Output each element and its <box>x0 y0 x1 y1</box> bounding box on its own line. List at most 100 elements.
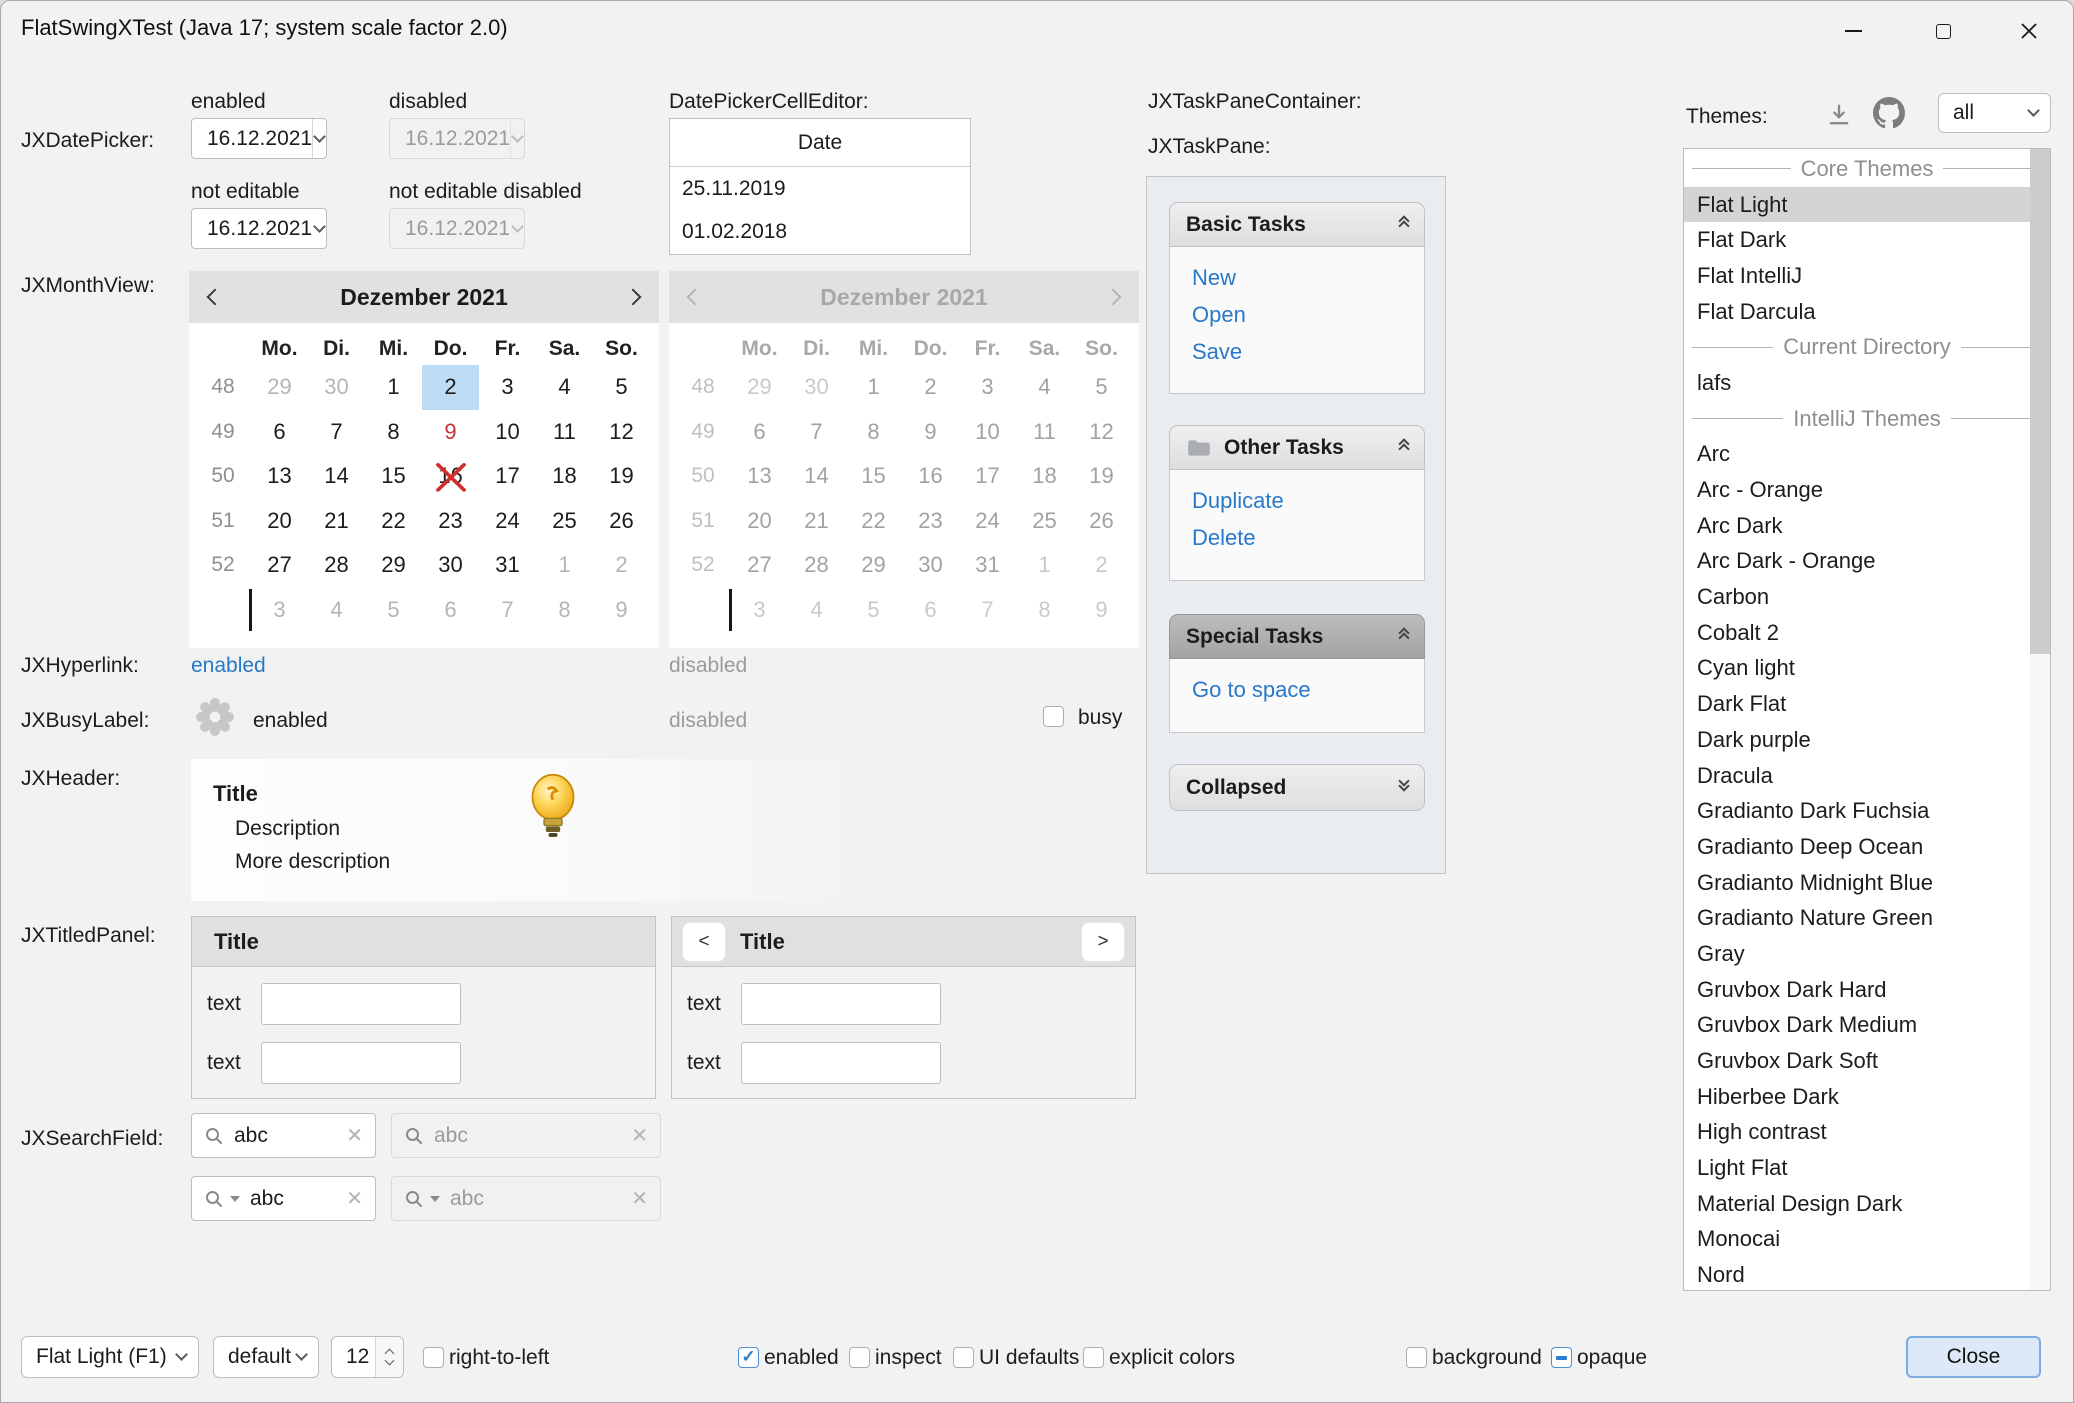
calendar-day[interactable]: 30 <box>308 365 365 410</box>
calendar-day[interactable]: 25 <box>536 499 593 544</box>
calendar-day[interactable]: 15 <box>365 454 422 499</box>
theme-item[interactable]: Gradianto Dark Fuchsia <box>1684 793 2050 829</box>
hyperlink-enabled[interactable]: enabled <box>191 653 266 679</box>
taskpane-header[interactable]: Special Tasks <box>1169 614 1425 659</box>
calendar-day[interactable]: 7 <box>479 588 536 633</box>
theme-item[interactable]: Material Design Dark <box>1684 1186 2050 1222</box>
theme-item[interactable]: Dark purple <box>1684 722 2050 758</box>
theme-item[interactable]: lafs <box>1684 365 2050 401</box>
calendar-day[interactable]: 30 <box>422 543 479 588</box>
scale-combobox[interactable]: default <box>213 1336 319 1378</box>
calendar-day[interactable]: 22 <box>365 499 422 544</box>
datepicker-enabled[interactable]: 16.12.2021 <box>191 118 327 159</box>
calendar-day[interactable]: 1 <box>365 365 422 410</box>
calendar-day[interactable]: 28 <box>308 543 365 588</box>
taskpane-header[interactable]: Collapsed <box>1169 764 1425 811</box>
text-input[interactable] <box>261 983 461 1025</box>
text-input[interactable] <box>741 983 941 1025</box>
theme-item[interactable]: Dracula <box>1684 758 2050 794</box>
datepicker-dropdown-button[interactable] <box>312 209 326 248</box>
search-input[interactable]: abc <box>234 1124 336 1148</box>
calendar-day[interactable]: 13 <box>251 454 308 499</box>
inspect-checkbox[interactable] <box>849 1347 870 1368</box>
right-to-left-checkbox[interactable] <box>423 1347 444 1368</box>
spinner-buttons[interactable] <box>375 1337 403 1377</box>
theme-item[interactable]: Light Flat <box>1684 1150 2050 1186</box>
calendar-day[interactable]: 3 <box>251 588 308 633</box>
theme-item[interactable]: Gruvbox Dark Hard <box>1684 972 2050 1008</box>
task-link[interactable]: Duplicate <box>1192 488 1424 525</box>
calendar-day[interactable]: 8 <box>365 410 422 455</box>
calendar-day[interactable]: 16 <box>422 454 479 499</box>
collapse-icon[interactable] <box>1400 220 1408 230</box>
datepicker-value[interactable]: 16.12.2021 <box>192 119 312 158</box>
calendar-day[interactable]: 1 <box>536 543 593 588</box>
theme-item[interactable]: Carbon <box>1684 579 2050 615</box>
calendar-day[interactable]: 29 <box>251 365 308 410</box>
font-size-spinner[interactable]: 12 <box>331 1336 404 1378</box>
busy-checkbox[interactable] <box>1043 706 1064 727</box>
search-field-enabled[interactable]: abc ✕ <box>191 1113 376 1158</box>
calendar-day[interactable]: 12 <box>593 410 650 455</box>
close-button[interactable]: Close <box>1906 1336 2041 1378</box>
theme-item[interactable]: Flat Light <box>1684 187 2050 223</box>
calendar-day[interactable]: 3 <box>479 365 536 410</box>
calendar-day[interactable]: 9 <box>593 588 650 633</box>
enabled-checkbox[interactable] <box>738 1347 759 1368</box>
theme-item[interactable]: Cobalt 2 <box>1684 615 2050 651</box>
taskpane-header[interactable]: Basic Tasks <box>1169 202 1425 247</box>
chevron-left-icon[interactable] <box>207 289 224 306</box>
calendar-day[interactable]: 6 <box>251 410 308 455</box>
calendar-day[interactable]: 20 <box>251 499 308 544</box>
themes-list[interactable]: Core ThemesFlat LightFlat DarkFlat Intel… <box>1683 148 2051 1291</box>
opaque-checkbox[interactable] <box>1551 1347 1572 1368</box>
theme-item[interactable]: Gradianto Midnight Blue <box>1684 865 2050 901</box>
theme-item[interactable]: Gradianto Deep Ocean <box>1684 829 2050 865</box>
theme-item[interactable]: Flat Darcula <box>1684 294 2050 330</box>
task-link[interactable]: Delete <box>1192 525 1424 562</box>
next-button[interactable]: > <box>1081 922 1125 962</box>
theme-item[interactable]: Hiberbee Dark <box>1684 1079 2050 1115</box>
lookandfeel-combobox[interactable]: Flat Light (F1) <box>21 1336 199 1378</box>
calendar-day[interactable]: 23 <box>422 499 479 544</box>
calendar-day[interactable]: 2 <box>593 543 650 588</box>
table-column-header[interactable]: Date <box>670 119 970 167</box>
theme-item[interactable]: Gruvbox Dark Medium <box>1684 1008 2050 1044</box>
calendar-day[interactable]: 24 <box>479 499 536 544</box>
clear-icon[interactable]: ✕ <box>346 1123 363 1148</box>
themes-scrollbar[interactable] <box>2030 149 2050 1290</box>
table-row[interactable]: 25.11.2019 <box>670 167 970 210</box>
task-link[interactable]: Save <box>1192 339 1424 376</box>
calendar-day[interactable]: 14 <box>308 454 365 499</box>
theme-item[interactable]: Nord <box>1684 1257 2050 1291</box>
theme-item[interactable]: Arc - Orange <box>1684 472 2050 508</box>
spinner-value[interactable]: 12 <box>332 1337 375 1377</box>
calendar-day[interactable]: 8 <box>536 588 593 633</box>
search-input[interactable]: abc <box>250 1187 336 1211</box>
calendar-day[interactable]: 19 <box>593 454 650 499</box>
theme-item[interactable]: High contrast <box>1684 1115 2050 1151</box>
text-input[interactable] <box>741 1042 941 1084</box>
themes-filter-combobox[interactable]: all <box>1938 93 2051 133</box>
calendar-day[interactable]: 5 <box>593 365 650 410</box>
theme-item[interactable]: Arc <box>1684 437 2050 473</box>
calendar-day[interactable]: 4 <box>536 365 593 410</box>
scrollbar-thumb[interactable] <box>2030 149 2050 654</box>
taskpane-header[interactable]: Other Tasks <box>1169 425 1425 470</box>
search-field-with-menu-enabled[interactable]: abc ✕ <box>191 1176 376 1221</box>
calendar-day[interactable]: 18 <box>536 454 593 499</box>
calendar-day[interactable]: 27 <box>251 543 308 588</box>
datepicker-dropdown-button[interactable] <box>312 119 326 158</box>
calendar-day[interactable]: 6 <box>422 588 479 633</box>
text-input[interactable] <box>261 1042 461 1084</box>
explicit-colors-checkbox[interactable] <box>1083 1347 1104 1368</box>
calendar-day[interactable]: 4 <box>308 588 365 633</box>
calendar-day[interactable]: 21 <box>308 499 365 544</box>
table-row[interactable]: 01.02.2018 <box>670 210 970 253</box>
calendar-day[interactable]: 31 <box>479 543 536 588</box>
github-icon[interactable] <box>1873 97 1905 129</box>
ui-defaults-checkbox[interactable] <box>953 1347 974 1368</box>
task-link[interactable]: Open <box>1192 302 1424 339</box>
calendar-day[interactable]: 5 <box>365 588 422 633</box>
collapse-icon[interactable] <box>1400 443 1408 453</box>
